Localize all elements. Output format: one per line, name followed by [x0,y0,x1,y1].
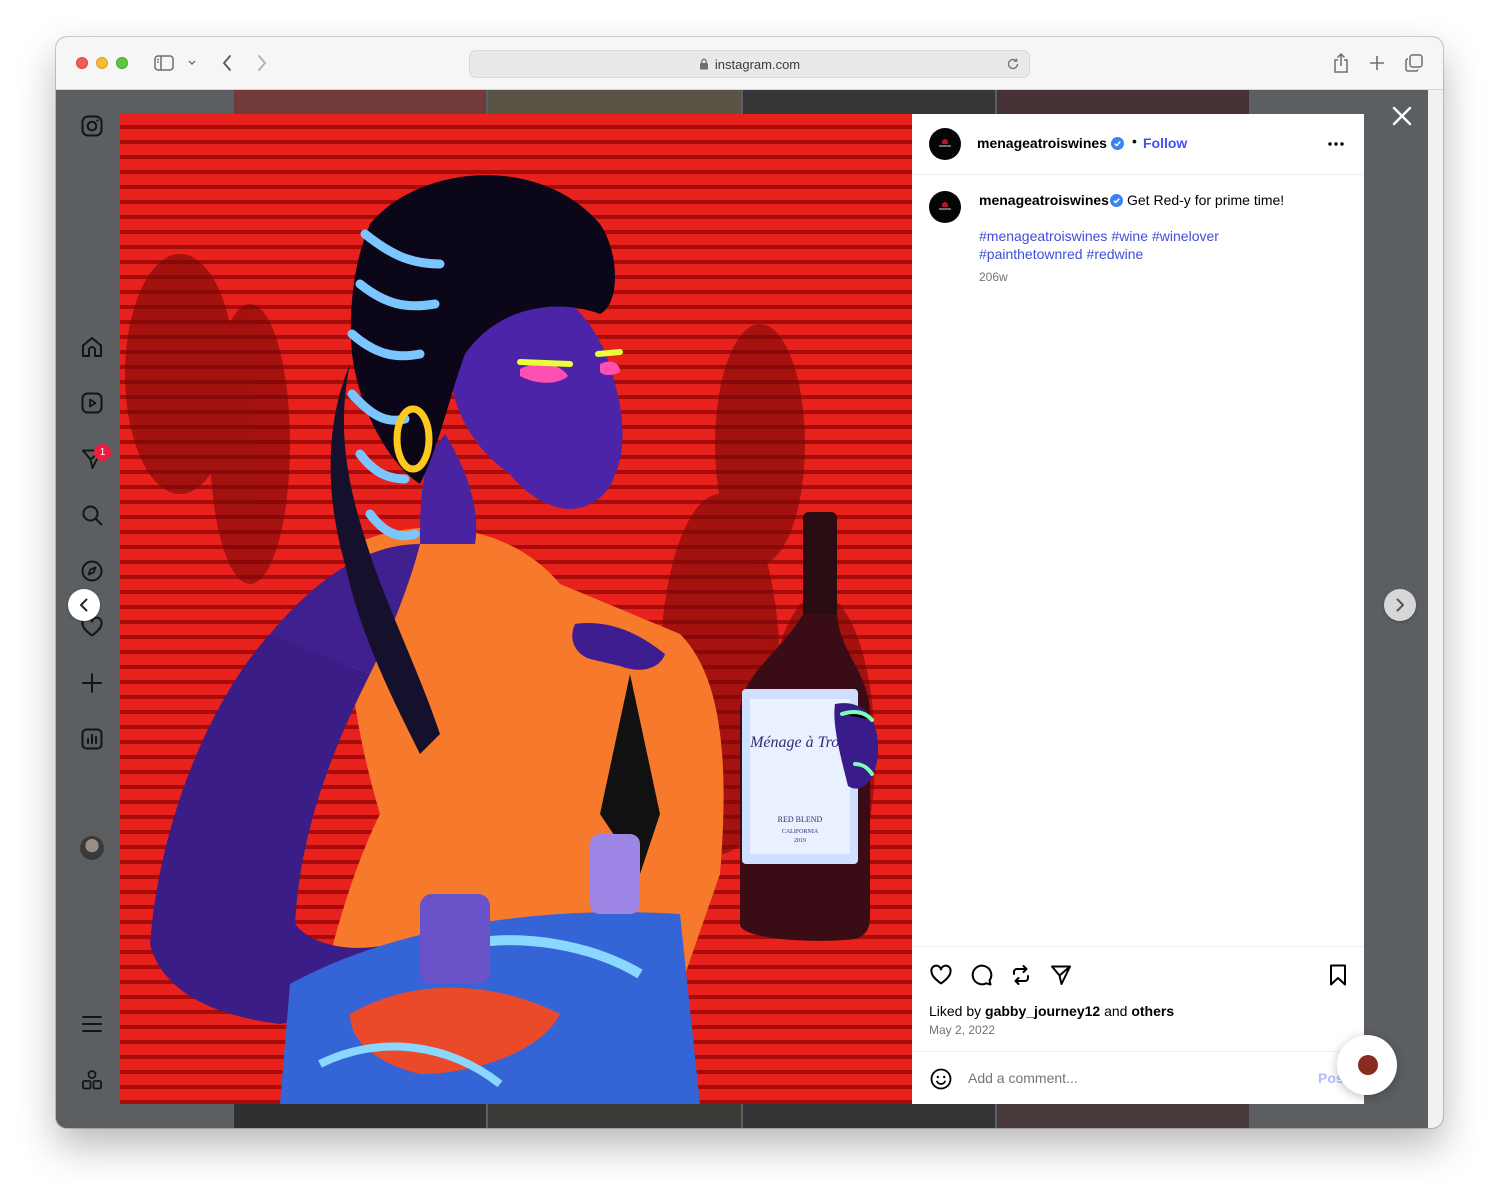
home-icon[interactable] [80,335,104,359]
author-username[interactable]: menageatroiswines [977,135,1107,151]
background-grid-top [234,90,1249,114]
previous-post-button[interactable] [68,589,100,621]
page-scrollbar[interactable] [1428,90,1443,1128]
grid-thumbnail [234,1104,487,1128]
chevron-left-icon [80,598,88,612]
next-post-button[interactable] [1384,589,1416,621]
bottle-brand-label: Ménage à Trois [749,734,850,751]
post-details-panel: menageatroiswines • Follow menageatroisw… [912,114,1364,1104]
post-header: menageatroiswines • Follow [912,114,1364,175]
comment-icon[interactable] [969,963,993,987]
sidebar-icon[interactable] [152,51,176,75]
liked-by-user-link[interactable]: gabby_journey12 [985,1003,1100,1019]
menu-icon[interactable] [80,1012,104,1036]
caption-avatar[interactable] [929,191,961,223]
liked-by-others-link[interactable]: others [1131,1003,1174,1019]
comment-composer: Post [912,1051,1364,1104]
tabs-overview-icon[interactable] [1403,51,1425,75]
apps-icon[interactable] [80,1068,104,1092]
bottle-variety-label: RED BLEND [778,815,823,824]
grid-thumbnail [234,90,487,114]
forward-icon[interactable] [252,51,272,75]
hashtag-link[interactable]: #painthetownred [979,246,1083,262]
explore-icon[interactable] [80,559,104,583]
grid-thumbnail [742,90,995,114]
close-post-button[interactable] [1391,105,1413,127]
caption-age[interactable]: 206w [979,270,1008,284]
post-image[interactable]: Ménage à Trois RED BLEND CALIFORNIA 2019 [120,114,912,1104]
new-tab-icon[interactable] [1366,51,1388,75]
emoji-icon[interactable] [929,1067,953,1091]
author-avatar[interactable] [929,128,961,160]
instagram-page: 1 Ménage à Trois RED BLEND CALIFORNIA 20… [56,90,1428,1128]
share-icon[interactable] [1330,51,1352,75]
chevron-down-icon[interactable] [186,51,198,75]
separator-dot: • [1132,133,1137,149]
grid-thumbnail [488,1104,741,1128]
address-bar[interactable]: instagram.com [469,50,1030,78]
search-icon[interactable] [80,503,104,527]
hashtag-link[interactable]: #wine [1111,228,1148,244]
grid-thumbnail [742,1104,995,1128]
browser-window: instagram.com 1 Ménage à Trois RED BLEND… [56,37,1443,1128]
more-options-icon[interactable] [1326,134,1346,154]
back-icon[interactable] [217,51,237,75]
follow-button[interactable]: Follow [1143,135,1187,151]
post-actions: Liked by gabby_journey12 and others May … [912,946,1364,1051]
hashtag-list: #menageatroiswines #wine #winelover #painth… [979,227,1309,263]
liked-by-joiner: and [1104,1003,1128,1019]
messages-avatar [1358,1055,1378,1075]
messages-badge: 1 [94,444,111,461]
hashtag-link[interactable]: #winelover [1152,228,1219,244]
reload-icon[interactable] [1005,56,1021,72]
insights-icon[interactable] [80,727,104,751]
grid-thumbnail [488,90,741,114]
zoom-window-button[interactable] [116,57,128,69]
create-icon[interactable] [80,671,104,695]
close-window-button[interactable] [76,57,88,69]
hashtag-link[interactable]: #menageatroiswines [979,228,1107,244]
verified-badge-icon [1111,137,1124,150]
share-post-icon[interactable] [1049,963,1073,987]
background-grid-bottom [234,1104,1249,1128]
like-icon[interactable] [929,963,953,987]
caption-text: Get Red-y for prime time! [1127,192,1285,208]
hashtag-link[interactable]: #redwine [1087,246,1144,262]
chevron-right-icon [1396,598,1404,612]
verified-badge-icon [1110,194,1123,207]
profile-avatar[interactable] [80,836,104,860]
comment-input[interactable] [968,1067,1288,1089]
grid-thumbnail [996,1104,1249,1128]
browser-toolbar: instagram.com [56,37,1443,90]
grid-thumbnail [996,90,1249,114]
bottle-region-label: CALIFORNIA [782,829,819,835]
reels-icon[interactable] [80,391,104,415]
bottle-year-label: 2019 [794,838,806,844]
url-text: instagram.com [714,56,801,72]
minimize-window-button[interactable] [96,57,108,69]
lock-icon [699,58,708,70]
messages-floating-button[interactable] [1337,1035,1397,1095]
instagram-logo-icon[interactable] [80,114,104,138]
liked-by-text: Liked by gabby_journey12 and others [929,1003,1174,1019]
repost-icon[interactable] [1009,963,1033,987]
post-date[interactable]: May 2, 2022 [929,1023,995,1037]
liked-by-prefix: Liked by [929,1003,982,1019]
caption-username[interactable]: menageatroiswines [979,192,1109,208]
save-bookmark-icon[interactable] [1326,963,1350,987]
